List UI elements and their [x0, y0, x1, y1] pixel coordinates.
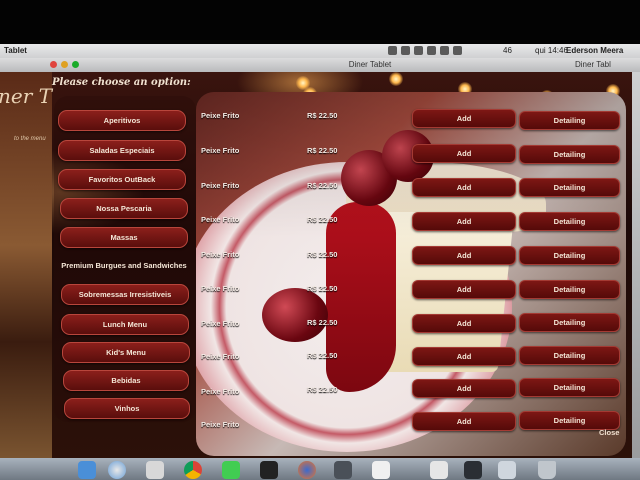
category-bebidas[interactable]: Bebidas — [63, 370, 189, 391]
add-button[interactable]: Add — [412, 144, 516, 163]
window-title-secondary: Diner Tabl — [575, 60, 611, 69]
item-name: Peixe Frito — [201, 181, 240, 190]
detailing-button[interactable]: Detailing — [519, 378, 620, 397]
screen-icon[interactable] — [464, 461, 482, 479]
item-name: Peixe Frito — [201, 319, 240, 328]
chrome-icon[interactable] — [184, 461, 202, 479]
qt-icon[interactable] — [222, 461, 240, 479]
dock — [0, 458, 640, 480]
category-saladas[interactable]: Saladas Especiais — [58, 140, 186, 161]
item-price: R$ 22.50 — [307, 250, 338, 259]
item-price: R$ 22.50 — [307, 318, 338, 327]
window-icon[interactable] — [334, 461, 352, 479]
item-name: Peixe Frito — [201, 284, 240, 293]
brand-logo: ner T — [0, 84, 52, 108]
prompt-text: Please choose an option: — [52, 77, 191, 88]
diner-app: ner T to the menu Please choose an optio… — [0, 72, 632, 458]
category-sobremessas[interactable]: Sobremessas Irresistiveis — [61, 284, 189, 305]
firefox-icon[interactable] — [298, 461, 316, 479]
background-decor — [0, 72, 52, 458]
finder-icon[interactable] — [78, 461, 96, 479]
detailing-button[interactable]: Detailing — [519, 111, 620, 130]
menubar-user[interactable]: Ederson Meera — [566, 44, 623, 58]
item-price: R$ 22.50 — [307, 111, 338, 120]
item-name: Peixe Frito — [201, 250, 240, 259]
add-button[interactable]: Add — [412, 280, 516, 299]
preview-icon[interactable] — [372, 461, 390, 479]
battery-indicator[interactable]: 46 — [503, 44, 512, 58]
item-name: Peixe Frito — [201, 352, 240, 361]
detailing-button[interactable]: Detailing — [519, 346, 620, 365]
terminal-icon[interactable] — [260, 461, 278, 479]
safari-icon[interactable] — [108, 461, 126, 479]
category-burgers[interactable]: Premium Burgues and Sandwiches — [58, 256, 190, 275]
volume-icon[interactable] — [453, 46, 462, 55]
light-glow — [389, 72, 403, 86]
add-button[interactable]: Add — [412, 347, 516, 366]
sync-icon[interactable] — [401, 46, 410, 55]
dropbox-icon[interactable] — [388, 46, 397, 55]
add-button[interactable]: Add — [412, 379, 516, 398]
detailing-button[interactable]: Detailing — [519, 280, 620, 299]
item-name: Peixe Frito — [201, 215, 240, 224]
item-price: R$ 22.50 — [307, 146, 338, 155]
screen-bezel — [0, 0, 640, 44]
item-price: R$ 22.50 — [307, 284, 338, 293]
close-button[interactable]: Close — [599, 428, 619, 437]
item-name: Peixe Frito — [201, 111, 240, 120]
menu-bar: Tablet 46 qui 14:46 Ederson Meera — [0, 44, 640, 58]
item-price: R$ 22.50 — [307, 181, 338, 190]
category-vinhos[interactable]: Vinhos — [64, 398, 190, 419]
folder-icon[interactable] — [498, 461, 516, 479]
menubar-status-icons — [388, 46, 462, 56]
app-icon[interactable] — [430, 461, 448, 479]
item-price: R$ 22.50 — [307, 351, 338, 360]
detailing-button[interactable]: Detailing — [519, 313, 620, 332]
add-button[interactable]: Add — [412, 246, 516, 265]
detailing-button[interactable]: Detailing — [519, 212, 620, 231]
add-button[interactable]: Add — [412, 109, 516, 128]
category-pescaria[interactable]: Nossa Pescaria — [60, 198, 188, 219]
menubar-app-title[interactable]: Tablet — [4, 44, 27, 58]
trash-icon[interactable] — [538, 461, 556, 479]
menubar-clock[interactable]: qui 14:46 — [535, 44, 568, 58]
category-kids[interactable]: Kid's Menu — [62, 342, 190, 363]
detailing-button[interactable]: Detailing — [519, 246, 620, 265]
detailing-button[interactable]: Detailing — [519, 145, 620, 164]
category-favoritos[interactable]: Favoritos OutBack — [58, 169, 186, 190]
window-titlebar: Diner Tablet Diner Tabl — [0, 58, 640, 73]
clock-icon[interactable] — [414, 46, 423, 55]
bluetooth-icon[interactable] — [427, 46, 436, 55]
add-button[interactable]: Add — [412, 212, 516, 231]
detailing-button[interactable]: Detailing — [519, 178, 620, 197]
add-button[interactable]: Add — [412, 314, 516, 333]
desktop-edge — [632, 72, 640, 458]
wifi-icon[interactable] — [440, 46, 449, 55]
item-price: R$ 22.50 — [307, 215, 338, 224]
brand-subtitle: to the menu — [14, 136, 46, 142]
category-massas[interactable]: Massas — [60, 227, 188, 248]
item-name: Peixe Frito — [201, 420, 240, 429]
item-price: R$ 22.50 — [307, 385, 338, 394]
window-title: Diner Tablet — [348, 60, 392, 69]
app-icon[interactable] — [146, 461, 164, 479]
add-button[interactable]: Add — [412, 178, 516, 197]
add-button[interactable]: Add — [412, 412, 516, 431]
item-name: Peixe Frito — [201, 146, 240, 155]
item-name: Peixe Frito — [201, 387, 240, 396]
category-aperitivos[interactable]: Aperitivos — [58, 110, 186, 131]
category-lunch[interactable]: Lunch Menu — [61, 314, 189, 335]
